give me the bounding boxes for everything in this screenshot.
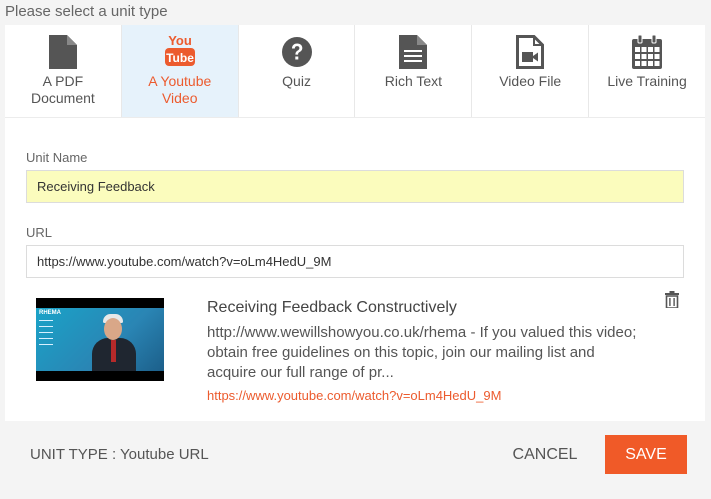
question-circle-icon <box>281 37 312 72</box>
pdf-document-icon <box>48 35 77 74</box>
unit-type-status: UNIT TYPE : Youtube URL <box>30 446 209 463</box>
video-description: http://www.wewillshowyou.co.uk/rhema - I… <box>207 324 637 381</box>
unit-type-quiz[interactable]: Quiz <box>239 25 356 117</box>
unit-type-label: A Youtube Video <box>148 73 212 106</box>
unit-type-youtube[interactable]: You Tube A Youtube Video <box>121 25 239 117</box>
video-thumbnail[interactable]: RHEMA <box>36 298 164 381</box>
video-file-icon <box>516 35 545 74</box>
unit-type-label: Rich Text <box>384 73 443 89</box>
unit-type-label: Video File <box>499 73 562 89</box>
unit-type-video-file[interactable]: Video File <box>472 25 590 117</box>
thumbnail-brand: RHEMA <box>39 310 61 316</box>
unit-form: Unit Name Receiving Feedback URL https:/… <box>5 117 705 421</box>
unit-name-label: Unit Name <box>26 150 88 165</box>
text-document-icon <box>399 35 428 74</box>
unit-type-label: Quiz <box>282 73 311 89</box>
calendar-icon <box>632 34 663 74</box>
unit-type-label: A PDF Document <box>31 73 95 106</box>
save-button[interactable]: SAVE <box>605 435 687 474</box>
video-title: Receiving Feedback Constructively <box>207 299 457 316</box>
url-input[interactable]: https://www.youtube.com/watch?v=oLm4HedU… <box>26 245 684 278</box>
unit-name-input[interactable]: Receiving Feedback <box>26 170 684 203</box>
unit-type-pdf[interactable]: A PDF Document <box>5 25 122 117</box>
video-link[interactable]: https://www.youtube.com/watch?v=oLm4HedU… <box>207 388 501 403</box>
unit-type-selector: A PDF Document You Tube A Youtube Video … <box>5 25 705 117</box>
page-heading: Please select a unit type <box>5 3 168 20</box>
unit-type-label: Live Training <box>607 73 687 89</box>
svg-text:You: You <box>168 33 192 48</box>
svg-text:Tube: Tube <box>166 51 194 65</box>
trash-icon[interactable] <box>665 291 679 313</box>
unit-type-live-training[interactable]: Live Training <box>589 25 705 117</box>
cancel-button[interactable]: CANCEL <box>500 436 590 474</box>
unit-type-rich-text[interactable]: Rich Text <box>355 25 473 117</box>
youtube-icon: You Tube <box>163 33 197 74</box>
url-label: URL <box>26 225 53 240</box>
